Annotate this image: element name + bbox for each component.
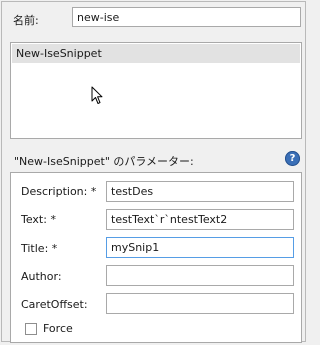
name-label: 名前:	[13, 14, 39, 27]
title-input[interactable]	[106, 237, 294, 258]
text-label: Text: *	[21, 213, 56, 226]
title-label: Title: *	[21, 242, 58, 255]
force-checkbox[interactable]	[25, 323, 37, 335]
command-list[interactable]: New-IseSnippet	[10, 42, 302, 139]
author-input[interactable]	[106, 265, 294, 286]
description-input[interactable]	[106, 181, 294, 202]
description-label: Description: *	[21, 185, 97, 198]
parameters-panel: Description: * Text: * Title: * Author: …	[10, 172, 302, 343]
caret-offset-input[interactable]	[106, 293, 294, 314]
command-list-item[interactable]: New-IseSnippet	[12, 44, 300, 63]
caret-offset-label: CaretOffset:	[21, 298, 88, 311]
command-addon-panel: 名前: New-IseSnippet "New-IseSnippet" のパラメ…	[1, 1, 306, 343]
name-input[interactable]	[72, 7, 301, 27]
author-label: Author:	[21, 270, 62, 283]
mouse-cursor-icon	[91, 86, 103, 104]
parameters-title: "New-IseSnippet" のパラメーター:	[14, 155, 194, 168]
help-icon[interactable]: ?	[285, 151, 300, 166]
force-label: Force	[43, 322, 73, 335]
text-input[interactable]	[106, 209, 294, 230]
